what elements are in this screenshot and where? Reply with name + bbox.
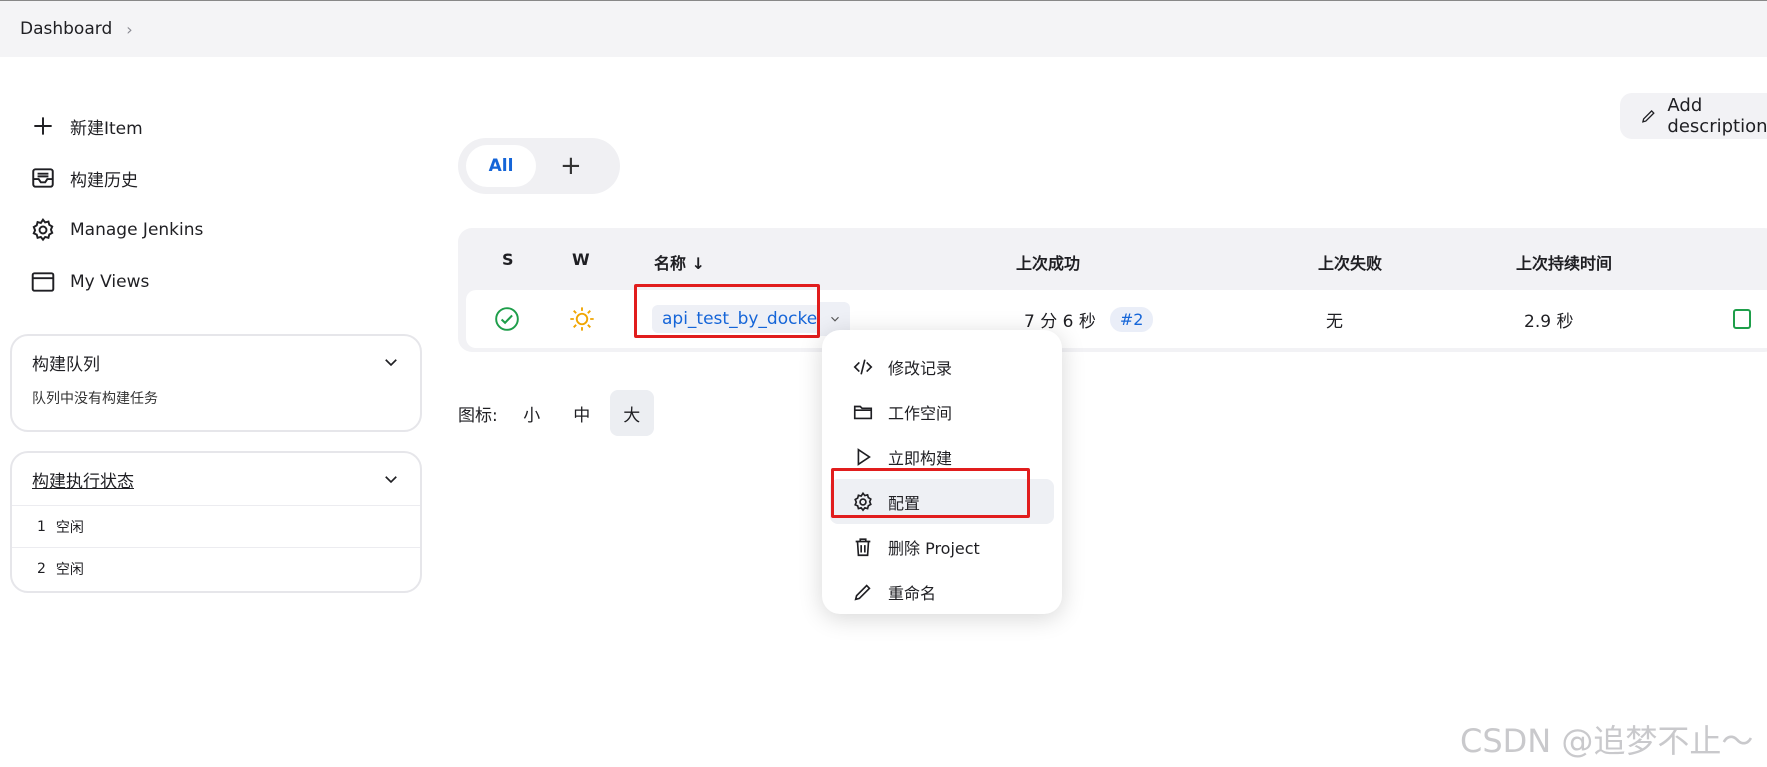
- executors-header[interactable]: 构建执行状态: [12, 453, 420, 505]
- status-cell: [494, 290, 520, 348]
- schedule-build-icon[interactable]: [1732, 308, 1752, 330]
- executor-number: 1: [37, 518, 46, 535]
- build-queue-title: 构建队列: [32, 354, 100, 375]
- menu-item-label: 修改记录: [888, 358, 953, 378]
- column-header-w[interactable]: W: [572, 250, 590, 269]
- window-icon: [31, 272, 55, 292]
- icon-size-large[interactable]: 大: [609, 390, 654, 436]
- view-tabs: All +: [458, 138, 620, 194]
- highlight-configure: [831, 468, 1030, 518]
- gear-icon: [32, 218, 54, 242]
- sidebar-item-label: 构建历史: [70, 170, 138, 191]
- pencil-icon: [854, 583, 871, 600]
- highlight-job-name: [634, 284, 820, 338]
- inbox-icon: [32, 168, 54, 188]
- pencil-icon: [1642, 109, 1655, 123]
- plus-icon: [34, 117, 52, 135]
- executor-row: 1 空闲: [12, 505, 420, 547]
- executor-row: 2 空闲: [12, 547, 420, 589]
- sidebar-item-manage-jenkins[interactable]: Manage Jenkins: [30, 204, 203, 256]
- menu-item-label: 重命名: [888, 583, 937, 603]
- menu-item-workspace[interactable]: 工作空间: [830, 389, 1054, 434]
- build-number-badge[interactable]: #2: [1109, 306, 1154, 332]
- code-icon: [853, 358, 873, 375]
- success-check-icon[interactable]: [494, 306, 520, 332]
- build-queue-empty: 队列中没有构建任务: [32, 391, 158, 407]
- add-description-label: Add description: [1667, 95, 1767, 137]
- menu-item-delete-project[interactable]: 删除 Project: [830, 524, 1054, 569]
- executor-status: 空闲: [55, 561, 84, 578]
- icon-size-selector: 图标: 小 中 大: [458, 390, 654, 436]
- icon-size-label: 图标:: [458, 405, 498, 426]
- chevron-down-icon[interactable]: [382, 470, 400, 488]
- executor-number: 2: [37, 560, 46, 577]
- weather-cell: [568, 290, 596, 348]
- column-header-last-success[interactable]: 上次成功: [1016, 250, 1080, 274]
- menu-item-label: 删除 Project: [888, 538, 980, 558]
- add-description-button[interactable]: Add description: [1620, 93, 1767, 139]
- breadcrumb: Dashboard ›: [0, 0, 1767, 57]
- build-queue-panel: 构建队列 队列中没有构建任务: [10, 334, 422, 432]
- menu-item-label: 工作空间: [888, 403, 953, 423]
- sidebar-item-label: 新建Item: [70, 118, 143, 139]
- play-icon: [857, 447, 871, 466]
- menu-item-rename[interactable]: 重命名: [830, 569, 1054, 614]
- sidebar-item-label: Manage Jenkins: [70, 220, 204, 240]
- breadcrumb-dashboard[interactable]: Dashboard: [20, 19, 112, 39]
- column-header-last-failure[interactable]: 上次失败: [1318, 250, 1382, 274]
- icon-size-medium[interactable]: 中: [560, 390, 604, 436]
- column-header-name[interactable]: 名称 ↓: [654, 250, 705, 274]
- chevron-down-icon: [831, 316, 839, 322]
- column-header-s[interactable]: S: [502, 250, 514, 269]
- executor-status: 空闲: [55, 519, 84, 536]
- watermark: CSDN @追梦不止～: [1460, 722, 1754, 760]
- sidebar-item-label: My Views: [70, 272, 150, 292]
- build-queue-header[interactable]: 构建队列: [12, 336, 420, 388]
- trash-icon: [855, 537, 871, 556]
- last-success-time: 7 分 6 秒: [1024, 311, 1096, 332]
- last-duration-cell: 2.9 秒: [1524, 311, 1574, 332]
- sidebar: 新建Item 构建历史 Manage Jenkins My Views: [30, 100, 203, 308]
- menu-item-label: 立即构建: [888, 448, 953, 468]
- executors-panel: 构建执行状态 1 空闲 2 空闲: [10, 451, 422, 593]
- build-action-cell: [1732, 290, 1752, 348]
- sidebar-item-build-history[interactable]: 构建历史: [30, 152, 203, 204]
- tab-all[interactable]: All: [466, 145, 536, 187]
- executors-title[interactable]: 构建执行状态: [32, 467, 134, 492]
- last-failure-cell: 无: [1326, 311, 1343, 332]
- folder-icon: [853, 405, 873, 419]
- add-view-button[interactable]: +: [560, 151, 582, 181]
- icon-size-small[interactable]: 小: [510, 390, 554, 436]
- sunny-icon[interactable]: [568, 305, 596, 333]
- chevron-right-icon[interactable]: ›: [126, 20, 132, 39]
- sidebar-item-new-item[interactable]: 新建Item: [30, 100, 203, 152]
- sidebar-item-my-views[interactable]: My Views: [30, 256, 203, 308]
- menu-item-changes[interactable]: 修改记录: [830, 344, 1054, 389]
- chevron-down-icon[interactable]: [382, 353, 400, 371]
- column-header-last-duration[interactable]: 上次持续时间: [1516, 250, 1612, 274]
